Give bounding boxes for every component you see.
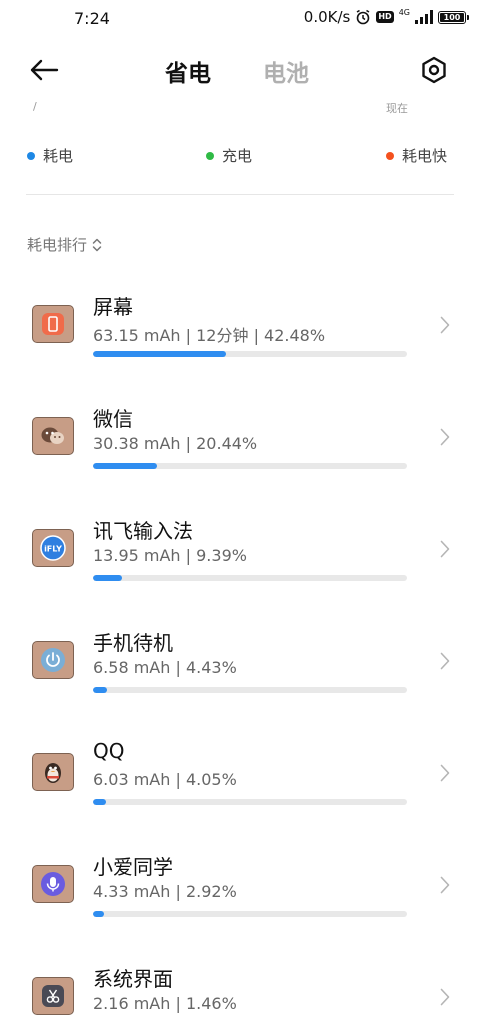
svg-text:iFLY: iFLY xyxy=(44,545,62,554)
tab-battery[interactable]: 电池 xyxy=(263,54,309,88)
app-name: 系统界面 xyxy=(93,967,173,991)
app-stats: 4.33 mAh | 2.92% xyxy=(93,882,237,901)
status-icons: 0.0K/s HD 4G 100 xyxy=(303,8,469,26)
axis-end-label: 现在 xyxy=(386,102,408,115)
chevron-right-icon xyxy=(438,986,452,1008)
app-stats: 63.15 mAh | 12分钟 | 42.48% xyxy=(93,326,326,345)
usage-bar-fill xyxy=(93,351,227,357)
app-stats: 2.16 mAh | 1.46% xyxy=(93,994,237,1013)
ifly-icon: iFLY xyxy=(32,529,74,567)
chart-axis: / 现在 xyxy=(0,100,480,120)
app-stats: 30.38 mAh | 20.44% xyxy=(93,434,258,453)
legend-item-charging: 充电 xyxy=(206,145,252,166)
usage-bar-fill xyxy=(93,463,158,469)
chevron-right-icon xyxy=(438,650,452,672)
status-bar: 7:24 0.0K/s HD 4G 100 xyxy=(0,0,480,38)
app-name: 讯飞输入法 xyxy=(93,519,193,543)
network-type: 4G xyxy=(398,8,410,17)
sort-chevron-icon xyxy=(92,238,102,251)
legend-label: 充电 xyxy=(222,147,253,165)
chart-legend: 耗电 充电 耗电快 xyxy=(0,145,480,169)
header: 省电 电池 xyxy=(0,44,480,96)
usage-bar-fill xyxy=(93,911,104,917)
app-name: 小爱同学 xyxy=(93,855,173,879)
qq-penguin-icon xyxy=(32,753,74,791)
list-item-standby[interactable]: 手机待机 6.58 mAh | 4.43% xyxy=(0,606,480,718)
list-item-ifly-input[interactable]: iFLY 讯飞输入法 13.95 mAh | 9.39% xyxy=(0,494,480,606)
usage-bar xyxy=(93,687,407,693)
list-item-qq[interactable]: QQ 6.03 mAh | 4.05% xyxy=(0,718,480,830)
usage-bar xyxy=(93,799,407,805)
net-speed: 0.0K/s xyxy=(303,8,351,26)
standby-power-icon xyxy=(32,641,74,679)
legend-item-consumption: 耗电 xyxy=(27,145,73,166)
chevron-right-icon xyxy=(438,874,452,896)
battery-icon: 100 xyxy=(438,10,469,24)
app-name: QQ xyxy=(93,739,125,763)
screen-icon xyxy=(32,305,74,343)
system-ui-icon xyxy=(32,977,74,1015)
usage-bar-fill xyxy=(93,799,106,805)
battery-level: 100 xyxy=(443,12,461,22)
legend-label: 耗电 xyxy=(43,147,74,165)
sort-label: 耗电排行 xyxy=(27,236,88,254)
app-stats: 6.03 mAh | 4.05% xyxy=(93,770,237,789)
list-item-screen[interactable]: 屏幕 63.15 mAh | 12分钟 | 42.48% xyxy=(0,270,480,382)
hd-icon: HD xyxy=(376,11,394,23)
list-item-system-ui[interactable]: 系统界面 2.16 mAh | 1.46% xyxy=(0,942,480,1023)
usage-bar xyxy=(93,463,407,469)
chevron-right-icon xyxy=(438,762,452,784)
axis-start-label: / xyxy=(33,100,37,113)
app-name: 微信 xyxy=(93,407,133,431)
legend-dot-icon xyxy=(386,151,394,160)
app-stats: 13.95 mAh | 9.39% xyxy=(93,546,247,565)
chevron-right-icon xyxy=(438,426,452,448)
usage-bar xyxy=(93,911,407,917)
list-item-wechat[interactable]: 微信 30.38 mAh | 20.44% xyxy=(0,382,480,494)
back-arrow-icon xyxy=(30,59,59,81)
alarm-icon xyxy=(355,9,371,25)
wechat-icon xyxy=(32,417,74,455)
legend-item-fast-drain: 耗电快 xyxy=(386,145,447,166)
signal-icon xyxy=(415,10,433,24)
app-name: 屏幕 xyxy=(93,295,133,319)
settings-button[interactable] xyxy=(416,52,452,88)
usage-bar xyxy=(93,575,407,581)
divider xyxy=(26,194,454,195)
chevron-right-icon xyxy=(438,538,452,560)
voice-assistant-icon xyxy=(32,865,74,903)
chevron-right-icon xyxy=(438,314,452,336)
list-item-xiaoai[interactable]: 小爱同学 4.33 mAh | 2.92% xyxy=(0,830,480,942)
legend-label: 耗电快 xyxy=(402,147,448,165)
back-button[interactable] xyxy=(26,54,62,86)
legend-dot-icon xyxy=(27,151,35,160)
legend-dot-icon xyxy=(206,151,214,160)
status-time: 7:24 xyxy=(74,9,110,28)
app-name: 手机待机 xyxy=(93,631,173,655)
app-stats: 6.58 mAh | 4.43% xyxy=(93,658,237,677)
tab-power-saving[interactable]: 省电 xyxy=(165,54,211,88)
sort-toggle[interactable]: 耗电排行 xyxy=(27,234,102,255)
usage-bar-fill xyxy=(93,687,107,693)
usage-bar-fill xyxy=(93,575,123,581)
usage-bar xyxy=(93,351,407,357)
gear-icon xyxy=(422,56,446,84)
